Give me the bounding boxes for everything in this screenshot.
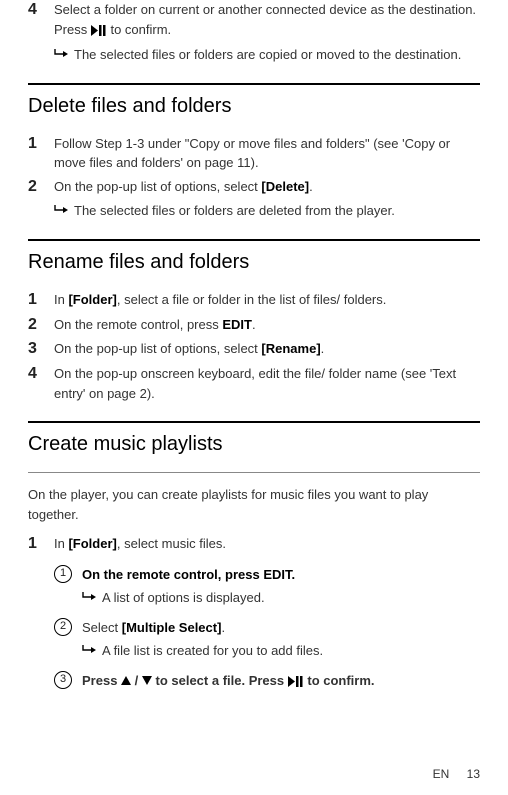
substep-3: 3 Press / to select a file. Press to con… (54, 671, 480, 693)
result-row: The selected files or folders are delete… (54, 201, 480, 221)
step-text: On the remote control, press EDIT. (54, 315, 480, 335)
step-number: 4 (28, 0, 54, 21)
delete-step-1: 1 Follow Step 1-3 under "Copy or move fi… (28, 134, 480, 173)
step-number: 1 (28, 534, 54, 555)
substep-result: A list of options is displayed. (82, 588, 480, 608)
substep-before: Select (82, 620, 122, 635)
result-text: A list of options is displayed. (102, 588, 480, 608)
circled-number: 1 (54, 565, 72, 583)
step-text-before: On the pop-up list of options, select (54, 179, 261, 194)
step-text: On the pop-up list of options, select [D… (54, 177, 480, 197)
play-pause-icon (91, 22, 107, 42)
footer-lang: EN (433, 767, 450, 781)
step-number: 1 (28, 290, 54, 311)
substep-result: A file list is created for you to add fi… (82, 641, 480, 661)
step-4-destination: 4 Select a folder on current or another … (28, 0, 480, 41)
footer-page: 13 (467, 767, 480, 781)
substep-bold: [Multiple Select] (122, 620, 222, 635)
step-text-after: . (321, 341, 325, 356)
substep-part: to select a file. Press (152, 673, 288, 688)
delete-step-2: 2 On the pop-up list of options, select … (28, 177, 480, 198)
step-text-after: , select a file or folder in the list of… (117, 292, 387, 307)
section-divider (28, 421, 480, 423)
step-text: In [Folder], select music files. (54, 534, 480, 554)
section-divider (28, 83, 480, 85)
result-text: The selected files or folders are delete… (74, 201, 480, 221)
step-text-after: , select music files. (117, 536, 226, 551)
heading-rename: Rename files and folders (28, 251, 480, 274)
result-arrow-icon (82, 641, 102, 661)
step-text: On the pop-up onscreen keyboard, edit th… (54, 364, 480, 403)
step-text-bold: [Rename] (261, 341, 320, 356)
rename-step-3: 3 On the pop-up list of options, select … (28, 339, 480, 360)
step-text-before: On the pop-up list of options, select (54, 341, 261, 356)
circled-number: 2 (54, 618, 72, 636)
substep-2: 2 Select [Multiple Select]. (54, 618, 480, 638)
step-number: 3 (28, 339, 54, 360)
step-text-bold: [Folder] (68, 292, 116, 307)
page-footer: EN 13 (433, 767, 480, 781)
playlist-step-1: 1 In [Folder], select music files. (28, 534, 480, 555)
result-text: The selected files or folders are copied… (74, 45, 480, 65)
heading-playlists: Create music playlists (28, 433, 480, 456)
playlist-intro: On the player, you can create playlists … (28, 485, 480, 524)
step-text-bold: EDIT (222, 317, 252, 332)
heading-delete: Delete files and folders (28, 95, 480, 118)
step-text-after: . (252, 317, 256, 332)
step-text-after: . (309, 179, 313, 194)
down-arrow-icon (142, 673, 152, 688)
substep-1: 1 On the remote control, press EDIT. (54, 565, 480, 585)
substep-text: Press / to select a file. Press to confi… (82, 671, 480, 693)
substep-after: . (221, 620, 225, 635)
step-text: On the pop-up list of options, select [R… (54, 339, 480, 359)
circled-number: 3 (54, 671, 72, 689)
step-text-bold: [Delete] (261, 179, 309, 194)
step-text-after: to confirm. (107, 22, 171, 37)
substep-text: Select [Multiple Select]. (82, 618, 480, 638)
thin-divider (28, 472, 480, 473)
step-number: 1 (28, 134, 54, 155)
substep-text: On the remote control, press EDIT. (82, 565, 480, 585)
step-number: 2 (28, 315, 54, 336)
step-text-before: On the remote control, press (54, 317, 222, 332)
step-text: Select a folder on current or another co… (54, 0, 480, 41)
substep-bold: On the remote control, press EDIT. (82, 567, 295, 582)
substep-part: Press (82, 673, 121, 688)
step-number: 4 (28, 364, 54, 385)
play-pause-icon (288, 673, 304, 693)
step-text: Follow Step 1-3 under "Copy or move file… (54, 134, 480, 173)
step-text-before: In (54, 292, 68, 307)
substep-part: / (131, 673, 142, 688)
result-arrow-icon (82, 588, 102, 608)
result-text: A file list is created for you to add fi… (102, 641, 480, 661)
step-text: In [Folder], select a file or folder in … (54, 290, 480, 310)
result-arrow-icon (54, 45, 74, 65)
result-arrow-icon (54, 201, 74, 221)
up-arrow-icon (121, 673, 131, 688)
rename-step-4: 4 On the pop-up onscreen keyboard, edit … (28, 364, 480, 403)
step-text-bold: [Folder] (68, 536, 116, 551)
section-divider (28, 239, 480, 241)
rename-step-2: 2 On the remote control, press EDIT. (28, 315, 480, 336)
step-number: 2 (28, 177, 54, 198)
step-text-before: In (54, 536, 68, 551)
rename-step-1: 1 In [Folder], select a file or folder i… (28, 290, 480, 311)
result-row: The selected files or folders are copied… (54, 45, 480, 65)
substep-part: to confirm. (304, 673, 375, 688)
